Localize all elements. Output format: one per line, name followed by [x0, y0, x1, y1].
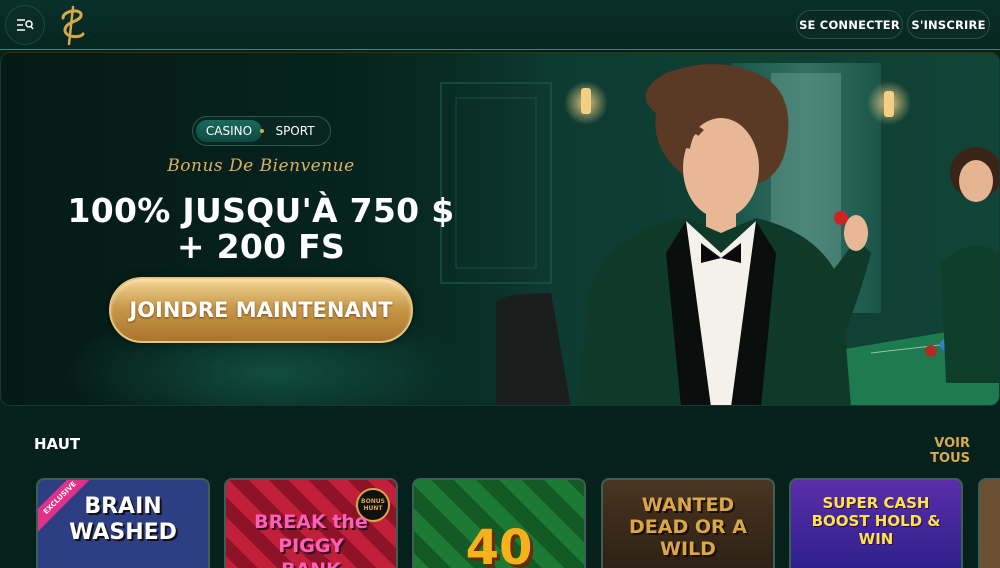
game-card-brain-washed[interactable]: EXCLUSIVE BRAIN WASHED: [36, 478, 210, 568]
game-card-piggy-bank[interactable]: BONUS HUNT BREAK the PIGGY BANK: [224, 478, 398, 568]
game-card-40[interactable]: 40: [412, 478, 586, 568]
tab-sport[interactable]: SPORT: [265, 120, 325, 142]
menu-button[interactable]: [5, 5, 45, 45]
login-button[interactable]: SE CONNECTER: [796, 10, 903, 39]
site-logo[interactable]: [55, 4, 91, 46]
game-title: BREAK the PIGGY BANK: [254, 511, 368, 568]
game-title: 40: [465, 520, 533, 568]
dollar-script-logo: [61, 5, 85, 46]
game-card-super-cash-boost[interactable]: SUPER CASH BOOST HOLD & WIN: [789, 478, 963, 568]
menu-search-icon: [17, 19, 34, 31]
signup-button[interactable]: S'INSCRIRE: [907, 10, 990, 39]
game-title: WANTED DEAD OR A WILD: [629, 494, 747, 560]
casino-scene-illustration: [401, 53, 999, 405]
section-title: HAUT: [34, 435, 81, 453]
casino-sport-toggle: CASINO SPORT: [192, 116, 331, 146]
toggle-separator-dot: [260, 129, 264, 133]
bonus-headline-line2: + 200 FS: [176, 227, 346, 266]
join-now-button[interactable]: JOINDRE MAINTENANT: [109, 277, 413, 343]
game-card-wanted[interactable]: WANTED DEAD OR A WILD: [601, 478, 775, 568]
game-title: BRAIN WASHED: [69, 494, 177, 545]
hero-banner: CASINO SPORT Bonus De Bienvenue 100% JUS…: [0, 52, 1000, 406]
game-title: SUPER CASH BOOST HOLD & WIN: [811, 494, 941, 548]
game-card-partial[interactable]: [978, 478, 1000, 568]
bonus-subtitle: Bonus De Bienvenue: [167, 156, 355, 176]
see-all-link[interactable]: VOIR TOUS: [890, 436, 970, 466]
top-header: SE CONNECTER S'INSCRIRE: [0, 0, 1000, 50]
bonus-headline-line1: 100% JUSQU'À 750 $: [67, 191, 455, 230]
tab-casino[interactable]: CASINO: [196, 120, 262, 142]
